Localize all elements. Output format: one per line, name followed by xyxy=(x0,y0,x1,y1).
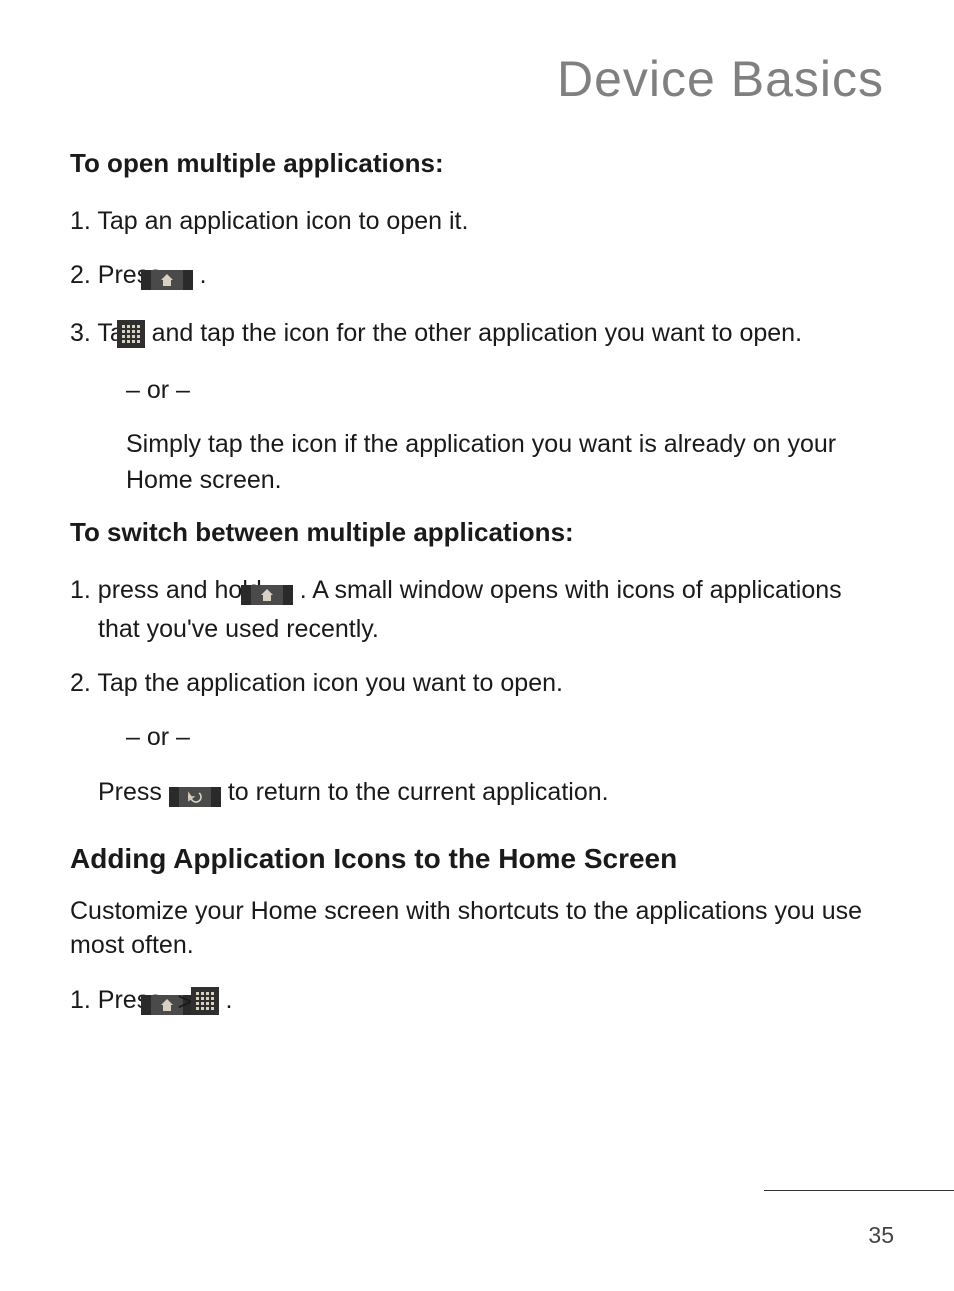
page-title: Device Basics xyxy=(70,50,884,108)
step-4: 1. press and hold . A small window opens… xyxy=(70,572,884,648)
adding-para: Customize your Home screen with shortcut… xyxy=(70,895,884,963)
step-5: 2. Tap the application icon you want to … xyxy=(70,665,884,701)
step-3-text-c: Simply tap the icon if the application y… xyxy=(126,426,884,499)
home-icon xyxy=(169,260,193,296)
or-1: – or – xyxy=(126,372,884,408)
or-2: – or – xyxy=(98,719,884,755)
step-3: 3. Tap and tap the icon for the other ap… xyxy=(70,315,884,499)
footer-rule xyxy=(764,1190,954,1191)
step-6-text-a: Press xyxy=(98,778,169,806)
step-2-text-b: . xyxy=(200,261,207,289)
section-switch: To switch between multiple applications: xyxy=(70,517,884,548)
step-4-text-a: 1. press and hold xyxy=(70,576,269,604)
section-adding-icons: Adding Application Icons to the Home Scr… xyxy=(70,843,884,875)
section-open-multiple: To open multiple applications: xyxy=(70,148,884,179)
back-icon xyxy=(169,777,221,813)
step-7: 1. Press > . xyxy=(70,982,884,1021)
step-6-text-b: to return to the current application. xyxy=(228,778,609,806)
step-6: Press to return to the current applicati… xyxy=(70,774,884,813)
step-3-text-b: and tap the icon for the other applicati… xyxy=(152,319,802,347)
page-number: 35 xyxy=(868,1222,894,1249)
page-container: Device Basics To open multiple applicati… xyxy=(0,0,954,1291)
step-7-text-b: . xyxy=(226,986,233,1014)
step-2: 2. Press . xyxy=(70,257,884,296)
home-icon xyxy=(269,575,293,611)
step-1: 1. Tap an application icon to open it. xyxy=(70,203,884,239)
